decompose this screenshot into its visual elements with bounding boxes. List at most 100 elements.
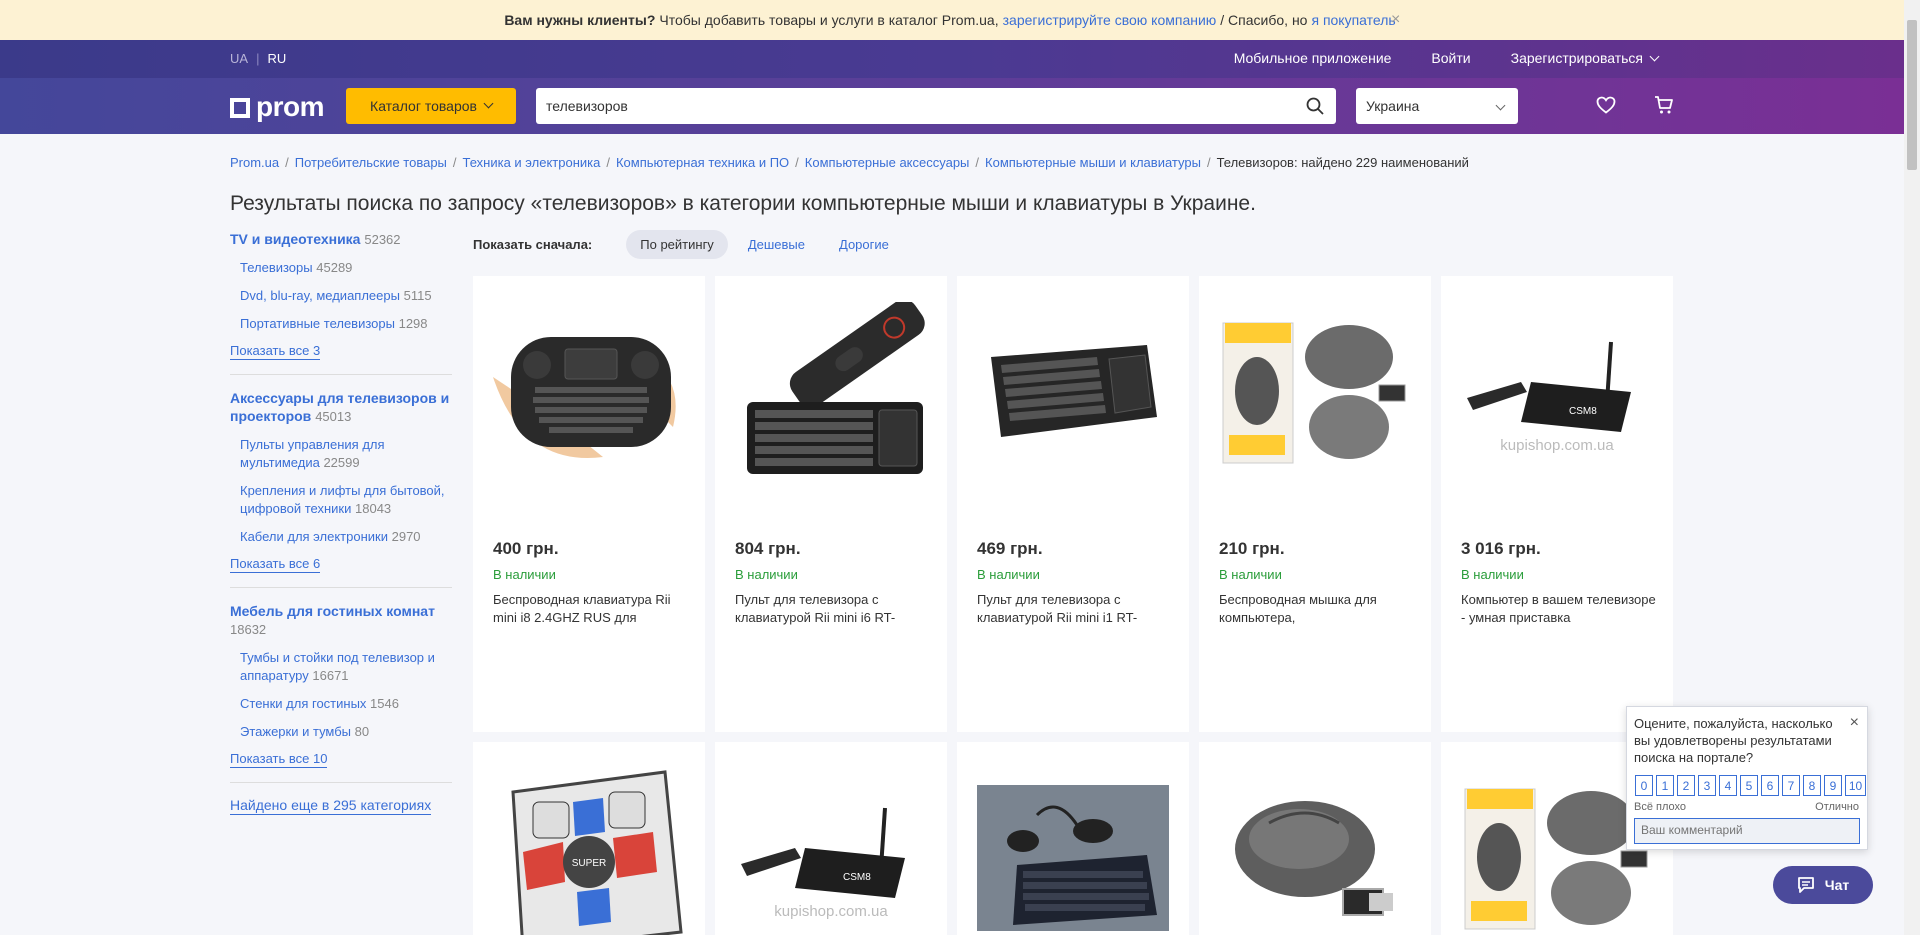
product-image[interactable] — [735, 296, 927, 488]
subcategory-label: Кабели для электроники — [240, 529, 388, 544]
subcategory-item[interactable]: Пульты управления для мультимедиа 22599 — [240, 436, 452, 472]
subcategory-item[interactable]: Портативные телевизоры 1298 — [240, 315, 452, 333]
product-image[interactable] — [1461, 762, 1653, 935]
rating-option[interactable]: 4 — [1719, 775, 1737, 796]
rating-option[interactable]: 0 — [1635, 775, 1653, 796]
subcategory-count: 80 — [354, 724, 370, 739]
register-label: Зарегистрироваться — [1510, 50, 1643, 66]
search-icon[interactable] — [1306, 97, 1324, 115]
product-image[interactable] — [977, 762, 1169, 935]
product-image[interactable]: SUPER — [493, 762, 685, 935]
product-image[interactable] — [1219, 296, 1411, 488]
rating-option[interactable]: 1 — [1656, 775, 1674, 796]
chevron-down-icon — [1649, 51, 1660, 62]
product-card[interactable]: CSM8 kupishop.com.ua 3 016 грн. В наличи… — [1441, 276, 1673, 732]
product-card[interactable]: 804 грн. В наличии Пульт для телевизора … — [715, 276, 947, 732]
rating-option[interactable]: 3 — [1698, 775, 1716, 796]
found-more-categories-link[interactable]: Найдено еще в 295 категориях — [230, 797, 432, 815]
svg-text:CSM8: CSM8 — [843, 872, 871, 883]
sort-expensive[interactable]: Дорогие — [825, 230, 903, 259]
product-image[interactable]: CSM8 kupishop.com.ua — [1461, 296, 1653, 488]
login-link[interactable]: Войти — [1431, 50, 1470, 66]
rating-option[interactable]: 9 — [1824, 775, 1842, 796]
product-card[interactable]: 210 грн. В наличии Беспроводная мышка дл… — [1199, 276, 1431, 732]
sort-by-rating[interactable]: По рейтингу — [626, 230, 728, 259]
product-card[interactable] — [957, 742, 1189, 935]
breadcrumb-item[interactable]: Компьютерная техника и ПО — [616, 155, 789, 170]
product-title[interactable]: Пульт для телевизора с клавиатурой Rii m… — [977, 591, 1172, 627]
chat-icon — [1797, 877, 1814, 893]
register-company-link[interactable]: зарегистрируйте свою компанию — [1003, 12, 1217, 28]
page-scrollbar[interactable] — [1904, 0, 1920, 935]
product-card[interactable] — [1199, 742, 1431, 935]
comment-field[interactable] — [1634, 818, 1860, 844]
breadcrumb-item[interactable]: Потребительские товары — [295, 155, 447, 170]
product-price: 400 грн. — [493, 539, 559, 558]
subcategory-item[interactable]: Телевизоры 45289 — [240, 259, 452, 277]
show-all-link[interactable]: Показать все 6 — [230, 556, 321, 573]
notice-close-icon[interactable]: × — [1391, 11, 1400, 29]
mobile-app-link[interactable]: Мобильное приложение — [1234, 50, 1392, 66]
i-am-buyer-link[interactable]: я покупатель — [1311, 12, 1395, 28]
sort-cheap[interactable]: Дешевые — [734, 230, 819, 259]
subcategory-item[interactable]: Кабели для электроники 2970 — [240, 528, 452, 546]
breadcrumb-item[interactable]: Техника и электроника — [463, 155, 601, 170]
subcategory-item[interactable]: Этажерки и тумбы 80 — [240, 723, 452, 741]
search-input[interactable] — [536, 88, 1276, 124]
category-title-label: TV и видеотехника — [230, 231, 361, 247]
product-title[interactable]: Пульт для телевизора с клавиатурой Rii m… — [735, 591, 930, 627]
lang-ru[interactable]: RU — [267, 51, 286, 66]
rating-option[interactable]: 6 — [1761, 775, 1779, 796]
subcategory-item[interactable]: Стенки для гостиных 1546 — [240, 695, 452, 713]
product-image[interactable]: CSM8 kupishop.com.ua — [735, 762, 927, 935]
product-card[interactable]: 469 грн. В наличии Пульт для телевизора … — [957, 276, 1189, 732]
scrollbar-thumb[interactable] — [1907, 20, 1917, 170]
show-all-link[interactable]: Показать все 3 — [230, 343, 321, 360]
rating-option[interactable]: 7 — [1782, 775, 1800, 796]
product-card[interactable]: CSM8 kupishop.com.ua — [715, 742, 947, 935]
search-box — [536, 88, 1336, 124]
product-image[interactable] — [977, 296, 1169, 488]
category-title[interactable]: TV и видеотехника 52362 — [230, 230, 452, 249]
category-count: 45013 — [315, 409, 352, 424]
subcategory-item[interactable]: Dvd, blu-ray, медиаплееры 5115 — [240, 287, 452, 305]
category-title[interactable]: Мебель для гостиных комнат 18632 — [230, 602, 452, 639]
register-menu[interactable]: Зарегистрироваться — [1510, 50, 1660, 66]
notice-bold: Вам нужны клиенты? — [504, 12, 656, 28]
product-card[interactable]: SUPER — [473, 742, 705, 935]
top-bar: UA | RU Мобильное приложение Войти Зарег… — [0, 40, 1904, 78]
catalog-button[interactable]: Каталог товаров — [346, 88, 516, 124]
rating-question: Оцените, пожалуйста, насколько вы удовле… — [1634, 716, 1833, 765]
product-image[interactable] — [493, 296, 685, 488]
rating-option[interactable]: 10 — [1845, 775, 1866, 796]
catalog-label: Каталог товаров — [370, 98, 477, 114]
breadcrumb-item[interactable]: Prom.ua — [230, 155, 279, 170]
subcategory-label: Этажерки и тумбы — [240, 724, 352, 739]
product-title[interactable]: Беспроводная клавиатура Rii mini i8 2.4G… — [493, 591, 688, 627]
rating-option[interactable]: 2 — [1677, 775, 1695, 796]
lang-ua[interactable]: UA — [230, 51, 248, 66]
product-title[interactable]: Компьютер в вашем телевизоре - умная при… — [1461, 591, 1656, 627]
breadcrumb-item[interactable]: Компьютерные аксессуары — [805, 155, 970, 170]
rating-option[interactable]: 8 — [1803, 775, 1821, 796]
subcategory-item[interactable]: Тумбы и стойки под телевизор и аппаратур… — [240, 649, 452, 685]
prom-logo[interactable]: prom — [230, 91, 325, 123]
product-image[interactable] — [1219, 762, 1411, 935]
subcategory-item[interactable]: Крепления и лифты для бытовой, цифровой … — [240, 482, 452, 518]
category-title[interactable]: Аксессуары для телевизоров и проекторов … — [230, 389, 452, 426]
close-icon[interactable]: × — [1850, 714, 1859, 732]
tv-box-icon: CSM8 kupishop.com.ua — [1467, 341, 1631, 454]
breadcrumb-item[interactable]: Компьютерные мыши и клавиатуры — [985, 155, 1201, 170]
show-all-link[interactable]: Показать все 10 — [230, 751, 328, 768]
watermark-text: kupishop.com.ua — [774, 903, 888, 920]
breadcrumb-current: Телевизоров: найдено 229 наименований — [1216, 155, 1469, 170]
product-title[interactable]: Беспроводная мышка для компьютера, — [1219, 591, 1414, 627]
availability-status: В наличии — [1461, 567, 1524, 582]
cart-icon[interactable] — [1654, 95, 1674, 115]
heart-icon[interactable] — [1596, 96, 1616, 114]
product-card[interactable]: 400 грн. В наличии Беспроводная клавиату… — [473, 276, 705, 732]
chat-button[interactable]: Чат — [1773, 866, 1873, 904]
rating-option[interactable]: 5 — [1740, 775, 1758, 796]
region-select[interactable]: Украина — [1356, 88, 1518, 124]
product-price: 210 грн. — [1219, 539, 1285, 558]
